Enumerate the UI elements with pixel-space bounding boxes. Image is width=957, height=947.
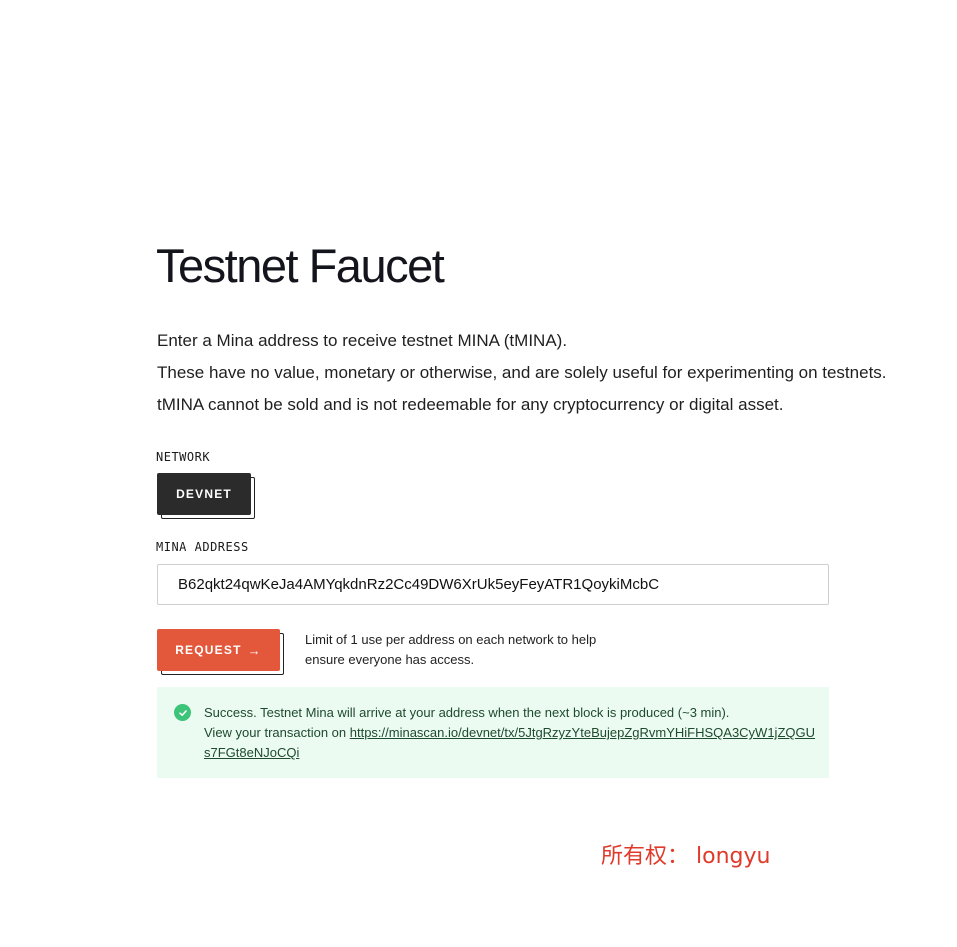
description-line: Enter a Mina address to receive testnet … [157,331,568,350]
network-label: NETWORK [156,450,211,464]
request-button[interactable]: REQUEST → [157,629,280,671]
network-selector: DEVNET [157,473,255,519]
arrow-right-icon: → [247,642,262,658]
description-line: tMINA cannot be sold and is not redeemab… [157,395,784,414]
ownership-watermark: 所有权： longyu [601,844,771,869]
faucet-page: Testnet Faucet Enter a Mina address to r… [0,0,957,947]
request-button-group: REQUEST → [157,629,284,675]
devnet-button[interactable]: DEVNET [157,473,251,515]
description: Enter a Mina address to receive testnet … [157,325,947,421]
success-text: Success. Testnet Mina will arrive at you… [204,703,816,763]
check-circle-icon [174,704,191,721]
mina-address-label: MINA ADDRESS [156,540,249,554]
success-alert: Success. Testnet Mina will arrive at you… [157,687,829,778]
limit-note: Limit of 1 use per address on each netwo… [305,632,597,667]
request-button-label: REQUEST [175,643,242,657]
transaction-line: View your transaction on https://minasca… [204,723,816,763]
mina-address-input[interactable] [157,564,829,605]
page-title: Testnet Faucet [156,239,445,292]
success-message: Success. Testnet Mina will arrive at you… [204,705,730,720]
transaction-prefix: View your transaction on [204,725,350,740]
description-line: These have no value, monetary or otherwi… [157,363,887,382]
